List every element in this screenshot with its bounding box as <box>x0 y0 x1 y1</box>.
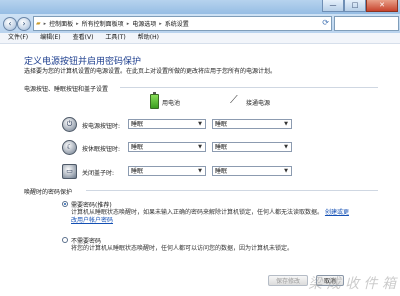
column-header-plugged: 接通电源 <box>246 100 271 107</box>
column-header-battery: 用电池 <box>162 100 181 107</box>
require-password-description: 计算机从睡眠状态唤醒时，如果未输入正确的密码来解除计算机锁定，任何人都无法读取数… <box>71 209 351 225</box>
power-button-battery-select[interactable]: 睡眠 ▼ <box>128 119 206 129</box>
forward-button[interactable]: › <box>17 17 31 31</box>
power-button-plugged-select[interactable]: 睡眠 ▼ <box>212 119 292 129</box>
description-text: 选择要为您的计算机设置的电源设置。在此页上对设置所做的更改将应用于您所有的电源计… <box>24 68 277 75</box>
battery-icon <box>150 92 159 109</box>
title-bar: — □ ✕ <box>0 0 400 14</box>
breadcrumb-item[interactable]: 控制面板 <box>47 19 75 28</box>
save-button[interactable]: 保存修改 <box>268 275 308 286</box>
lid-close-plugged-select[interactable]: 睡眠 ▼ <box>212 166 292 176</box>
menu-view[interactable]: 查看(V) <box>65 33 98 43</box>
no-password-radio[interactable] <box>62 237 68 243</box>
chevron-down-icon: ▼ <box>198 121 202 127</box>
back-button[interactable]: ‹ <box>3 17 17 31</box>
laptop-lid-icon: ▭ <box>62 164 77 179</box>
window-controls: — □ ✕ <box>322 0 398 12</box>
content-pane: 定义电源按钮并启用密码保护 选择要为您的计算机设置的电源设置。在此页上对设置所做… <box>0 44 400 296</box>
chevron-down-icon: ▼ <box>198 168 202 174</box>
divider <box>120 87 378 88</box>
select-value: 睡眠 <box>131 168 144 175</box>
require-password-label[interactable]: 需要密码(推荐) <box>71 200 112 209</box>
row-label: 关闭盖子时: <box>82 170 115 177</box>
select-value: 睡眠 <box>215 144 228 151</box>
menu-bar: 文件(F) 编辑(E) 查看(V) 工具(T) 帮助(H) <box>0 33 400 44</box>
description-text: 计算机从睡眠状态唤醒时，如果未输入正确的密码来解除计算机锁定，任何人都无法读取数… <box>71 209 324 216</box>
power-icon: ⏻ <box>62 117 77 132</box>
close-button[interactable]: ✕ <box>366 0 398 12</box>
chevron-down-icon: ▼ <box>284 144 288 150</box>
minimize-button[interactable]: — <box>322 0 344 12</box>
breadcrumb-item[interactable]: 电源选项 <box>130 19 158 28</box>
page-description: 选择要为您的计算机设置的电源设置。在此页上对设置所做的更改将应用于您所有的电源计… <box>24 68 354 76</box>
sleep-button-plugged-select[interactable]: 睡眠 ▼ <box>212 142 292 152</box>
chevron-down-icon: ▼ <box>284 121 288 127</box>
breadcrumb-item[interactable]: 系统设置 <box>163 19 191 28</box>
watermark: 梁 成 收 件 箱 <box>308 276 396 292</box>
folder-icon: ▰ <box>36 20 41 27</box>
section-heading-buttons: 电源按钮、睡眠按钮和盖子设置 <box>24 86 109 93</box>
require-password-radio[interactable] <box>62 201 68 207</box>
select-value: 睡眠 <box>131 121 144 128</box>
select-value: 睡眠 <box>215 121 228 128</box>
row-label: 按休眠按钮时: <box>82 146 121 153</box>
page-title: 定义电源按钮并启用密码保护 <box>24 57 142 67</box>
address-bar[interactable]: ▰ ▸ 控制面板 ▸ 所有控制面板项 ▸ 电源选项 ▸ 系统设置 ⟳ <box>33 16 332 31</box>
refresh-icon[interactable]: ⟳ <box>322 18 329 27</box>
sleep-button-battery-select[interactable]: 睡眠 ▼ <box>128 142 206 152</box>
select-value: 睡眠 <box>131 144 144 151</box>
menu-edit[interactable]: 编辑(E) <box>32 33 64 43</box>
no-password-label[interactable]: 不需要密码 <box>71 236 101 245</box>
plug-icon: ⟋ <box>230 93 238 106</box>
chevron-down-icon: ▼ <box>198 144 202 150</box>
section-heading-password: 唤醒时的密码保护 <box>24 189 73 196</box>
chevron-down-icon: ▼ <box>284 168 288 174</box>
address-row: ‹ › ▰ ▸ 控制面板 ▸ 所有控制面板项 ▸ 电源选项 ▸ 系统设置 ⟳ <box>0 14 400 33</box>
breadcrumb-item[interactable]: 所有控制面板项 <box>80 19 126 28</box>
maximize-button[interactable]: □ <box>344 0 366 12</box>
menu-tools[interactable]: 工具(T) <box>97 33 129 43</box>
select-value: 睡眠 <box>215 168 228 175</box>
moon-icon: ☾ <box>62 140 77 155</box>
back-arrow-icon: ‹ <box>8 19 12 28</box>
menu-file[interactable]: 文件(F) <box>0 33 32 43</box>
menu-help[interactable]: 帮助(H) <box>130 33 163 43</box>
lid-close-battery-select[interactable]: 睡眠 ▼ <box>128 166 206 176</box>
row-label: 按电源按钮时: <box>82 123 121 130</box>
forward-arrow-icon: › <box>22 19 26 28</box>
search-input[interactable] <box>334 16 399 31</box>
no-password-description: 将您的计算机从睡眠状态唤醒时，任何人都可以访问您的数据，因为计算机未锁定。 <box>71 245 294 252</box>
divider <box>86 190 378 191</box>
